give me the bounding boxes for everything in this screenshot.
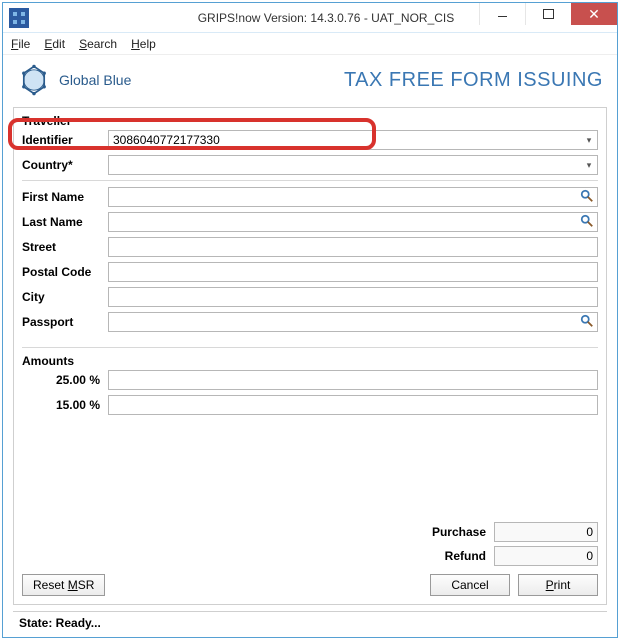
purchase-label: Purchase: [432, 525, 486, 539]
passport-row: Passport: [22, 312, 598, 332]
first-name-label: First Name: [22, 190, 108, 204]
amounts-group-label: Amounts: [22, 354, 598, 368]
refund-label: Refund: [445, 549, 486, 563]
rate2-label: 15.00 %: [22, 398, 108, 412]
street-input[interactable]: [108, 237, 598, 257]
menu-edit[interactable]: Edit: [44, 37, 65, 51]
reset-msr-button[interactable]: Reset MSR: [22, 574, 105, 596]
identifier-row: Identifier ▾: [22, 130, 598, 150]
city-row: City: [22, 287, 598, 307]
postal-code-label: Postal Code: [22, 265, 108, 279]
identifier-label: Identifier: [22, 133, 108, 147]
last-name-input[interactable]: [108, 212, 598, 232]
cancel-button[interactable]: Cancel: [430, 574, 510, 596]
last-name-row: Last Name: [22, 212, 598, 232]
postal-code-row: Postal Code: [22, 262, 598, 282]
divider: [22, 347, 598, 348]
street-row: Street: [22, 237, 598, 257]
minimize-button[interactable]: [479, 3, 525, 25]
app-icon: [9, 8, 29, 28]
rate2-input[interactable]: [108, 395, 598, 415]
menu-file[interactable]: File: [11, 37, 30, 51]
header: Global Blue TAX FREE FORM ISSUING: [3, 55, 617, 107]
purchase-row: Purchase: [432, 522, 598, 542]
amounts-group: Amounts 25.00 % 15.00 %: [22, 354, 598, 420]
title-bar: GRIPS!now Version: 14.3.0.76 - UAT_NOR_C…: [3, 3, 617, 33]
city-input[interactable]: [108, 287, 598, 307]
button-row: Reset MSR Cancel Print: [22, 574, 598, 596]
status-text: State: Ready...: [19, 616, 101, 630]
rate1-row: 25.00 %: [22, 370, 598, 390]
totals-block: Purchase Refund: [22, 510, 598, 566]
page-title: TAX FREE FORM ISSUING: [344, 69, 603, 92]
maximize-button[interactable]: [525, 3, 571, 25]
postal-code-input[interactable]: [108, 262, 598, 282]
app-window: GRIPS!now Version: 14.3.0.76 - UAT_NOR_C…: [2, 2, 618, 638]
menu-search[interactable]: Search: [79, 37, 117, 51]
close-button[interactable]: ✕: [571, 3, 617, 25]
menu-bar: File Edit Search Help: [3, 33, 617, 55]
identifier-input[interactable]: [108, 130, 598, 150]
traveller-group-label: Traveller: [22, 114, 598, 128]
window-controls: ✕: [479, 3, 617, 25]
first-name-row: First Name: [22, 187, 598, 207]
country-input[interactable]: [108, 155, 598, 175]
status-bar: State: Ready...: [13, 611, 607, 633]
brand-name: Global Blue: [59, 72, 131, 88]
rate1-input[interactable]: [108, 370, 598, 390]
passport-input[interactable]: [108, 312, 598, 332]
purchase-value: [494, 522, 598, 542]
country-row: Country* ▾: [22, 155, 598, 175]
brand-logo-icon: [17, 63, 51, 97]
rate1-label: 25.00 %: [22, 373, 108, 387]
refund-value: [494, 546, 598, 566]
menu-help[interactable]: Help: [131, 37, 156, 51]
city-label: City: [22, 290, 108, 304]
last-name-label: Last Name: [22, 215, 108, 229]
form-panel: Traveller Identifier ▾ Country* ▾ First …: [13, 107, 607, 605]
passport-label: Passport: [22, 315, 108, 329]
divider: [22, 180, 598, 181]
refund-row: Refund: [445, 546, 598, 566]
street-label: Street: [22, 240, 108, 254]
country-label: Country*: [22, 158, 108, 172]
first-name-input[interactable]: [108, 187, 598, 207]
traveller-group: Traveller Identifier ▾ Country* ▾ First …: [22, 114, 598, 337]
print-button[interactable]: Print: [518, 574, 598, 596]
rate2-row: 15.00 %: [22, 395, 598, 415]
brand-block: Global Blue: [17, 63, 131, 97]
